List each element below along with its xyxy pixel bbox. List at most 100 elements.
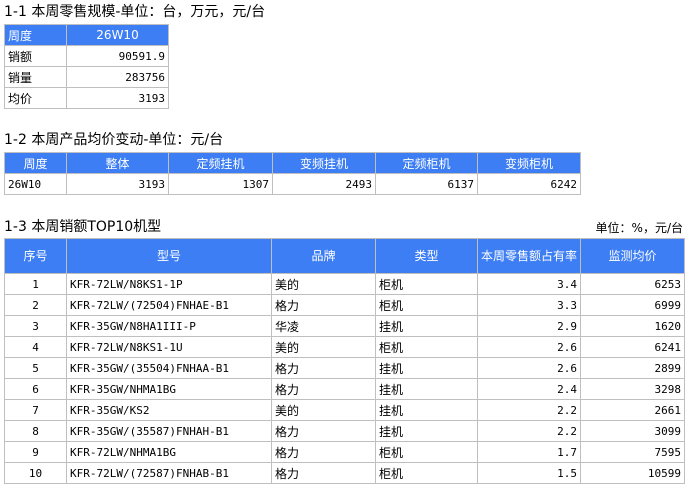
cell-price: 6999 [580, 294, 685, 316]
cell-share: 2.4 [477, 378, 581, 400]
table-row: 1 KFR-72LW/N8KS1-1P 美的 柜机 3.4 6253 [4, 273, 685, 295]
cell-value: 3193 [66, 173, 169, 195]
table-row: 8 KFR-35GW/(35587)FNHAH-B1 格力 挂机 2.2 3099 [4, 420, 685, 442]
table-row: 10 KFR-72LW/(72587)FNHAB-B1 格力 柜机 1.5 10599 [4, 462, 685, 484]
cell-brand: 格力 [271, 441, 376, 463]
cell-share: 1.5 [477, 462, 581, 484]
table-row: 5 KFR-35GW/(35504)FNHAA-B1 格力 挂机 2.6 2899 [4, 357, 685, 379]
col-header: 定频柜机 [375, 152, 478, 174]
row-value: 90591.9 [66, 45, 169, 67]
table-row: 6 KFR-35GW/NHMA1BG 格力 挂机 2.4 3298 [4, 378, 685, 400]
cell-share: 2.9 [477, 315, 581, 337]
cell-rank: 7 [4, 399, 67, 421]
cell-type: 柜机 [375, 441, 478, 463]
cell-model: KFR-72LW/(72587)FNHAB-B1 [66, 462, 272, 484]
cell-model: KFR-35GW/NHMA1BG [66, 378, 272, 400]
section1-title: 1-1 本周零售规模-单位：台，万元，元/台 [4, 4, 266, 20]
col-header: 定频挂机 [168, 152, 273, 174]
table-row: 销额 90591.9 [4, 45, 169, 67]
cell-type: 挂机 [375, 399, 478, 421]
table-header-row: 周度 26W10 [4, 24, 169, 46]
cell-type: 挂机 [375, 315, 478, 337]
col-header-rank: 序号 [4, 238, 67, 274]
cell-brand: 华凌 [271, 315, 376, 337]
row-value: 283756 [66, 66, 169, 88]
cell-value: 1307 [168, 173, 273, 195]
cell-model: KFR-35GW/N8HA1III-P [66, 315, 272, 337]
cell-brand: 格力 [271, 420, 376, 442]
cell-share: 1.7 [477, 441, 581, 463]
col-header: 变频挂机 [272, 152, 376, 174]
cell-price: 2661 [580, 399, 685, 421]
cell-type: 柜机 [375, 294, 478, 316]
cell-share: 2.6 [477, 357, 581, 379]
col-header-share: 本周零售额占有率 [477, 238, 581, 274]
row-value: 3193 [66, 87, 169, 109]
retail-scale-table: 周度 26W10 销额 90591.9 销量 283756 均价 3193 [4, 24, 169, 109]
cell-price: 6241 [580, 336, 685, 358]
cell-week: 26W10 [4, 173, 67, 195]
cell-rank: 4 [4, 336, 67, 358]
cell-price: 2899 [580, 357, 685, 379]
section3-title: 1-3 本周销额TOP10机型 [4, 219, 162, 235]
cell-rank: 5 [4, 357, 67, 379]
table-row: 销量 283756 [4, 66, 169, 88]
cell-model: KFR-72LW/N8KS1-1P [66, 273, 272, 295]
cell-rank: 1 [4, 273, 67, 295]
cell-model: KFR-35GW/(35504)FNHAA-B1 [66, 357, 272, 379]
table-row: 均价 3193 [4, 87, 169, 109]
table-header-row: 周度 整体 定频挂机 变频挂机 定频柜机 变频柜机 [4, 152, 581, 174]
table-row: 7 KFR-35GW/KS2 美的 挂机 2.2 2661 [4, 399, 685, 421]
col-header-type: 类型 [375, 238, 478, 274]
cell-price: 3298 [580, 378, 685, 400]
cell-value: 6137 [375, 173, 478, 195]
cell-price: 6253 [580, 273, 685, 295]
cell-brand: 格力 [271, 294, 376, 316]
row-label: 销量 [4, 66, 67, 88]
section2-title: 1-2 本周产品均价变动-单位：元/台 [4, 132, 224, 148]
cell-type: 挂机 [375, 420, 478, 442]
cell-rank: 6 [4, 378, 67, 400]
cell-rank: 8 [4, 420, 67, 442]
cell-value: 2493 [272, 173, 376, 195]
table-row: 2 KFR-72LW/(72504)FNHAE-B1 格力 柜机 3.3 6999 [4, 294, 685, 316]
cell-price: 1620 [580, 315, 685, 337]
cell-share: 3.4 [477, 273, 581, 295]
col-header: 变频柜机 [477, 152, 581, 174]
avg-price-change-table: 周度 整体 定频挂机 变频挂机 定频柜机 变频柜机 26W10 3193 130… [4, 152, 581, 195]
cell-rank: 3 [4, 315, 67, 337]
cell-model: KFR-35GW/KS2 [66, 399, 272, 421]
cell-type: 柜机 [375, 273, 478, 295]
unit-note: 单位：%，元/台 [595, 221, 683, 235]
cell-brand: 美的 [271, 336, 376, 358]
cell-price: 7595 [580, 441, 685, 463]
cell-type: 挂机 [375, 357, 478, 379]
cell-rank: 9 [4, 441, 67, 463]
week-value: 26W10 [66, 24, 169, 46]
cell-rank: 2 [4, 294, 67, 316]
col-header-price: 监测均价 [580, 238, 685, 274]
cell-value: 6242 [477, 173, 581, 195]
row-label: 均价 [4, 87, 67, 109]
cell-price: 3099 [580, 420, 685, 442]
cell-model: KFR-72LW/N8KS1-1U [66, 336, 272, 358]
table-row: 4 KFR-72LW/N8KS1-1U 美的 柜机 2.6 6241 [4, 336, 685, 358]
cell-share: 3.3 [477, 294, 581, 316]
cell-brand: 美的 [271, 273, 376, 295]
table-row: 3 KFR-35GW/N8HA1III-P 华凌 挂机 2.9 1620 [4, 315, 685, 337]
cell-brand: 格力 [271, 357, 376, 379]
cell-model: KFR-35GW/(35587)FNHAH-B1 [66, 420, 272, 442]
col-header-brand: 品牌 [271, 238, 376, 274]
table-row: 9 KFR-72LW/NHMA1BG 格力 柜机 1.7 7595 [4, 441, 685, 463]
cell-rank: 10 [4, 462, 67, 484]
cell-model: KFR-72LW/NHMA1BG [66, 441, 272, 463]
cell-share: 2.6 [477, 336, 581, 358]
cell-share: 2.2 [477, 399, 581, 421]
cell-type: 柜机 [375, 462, 478, 484]
top10-models-table: 序号 型号 品牌 类型 本周零售额占有率 监测均价 1 KFR-72LW/N8KS… [4, 238, 685, 484]
table-header-row: 序号 型号 品牌 类型 本周零售额占有率 监测均价 [4, 238, 685, 274]
col-header: 周度 [4, 152, 67, 174]
cell-type: 柜机 [375, 336, 478, 358]
row-label: 销额 [4, 45, 67, 67]
cell-brand: 美的 [271, 399, 376, 421]
